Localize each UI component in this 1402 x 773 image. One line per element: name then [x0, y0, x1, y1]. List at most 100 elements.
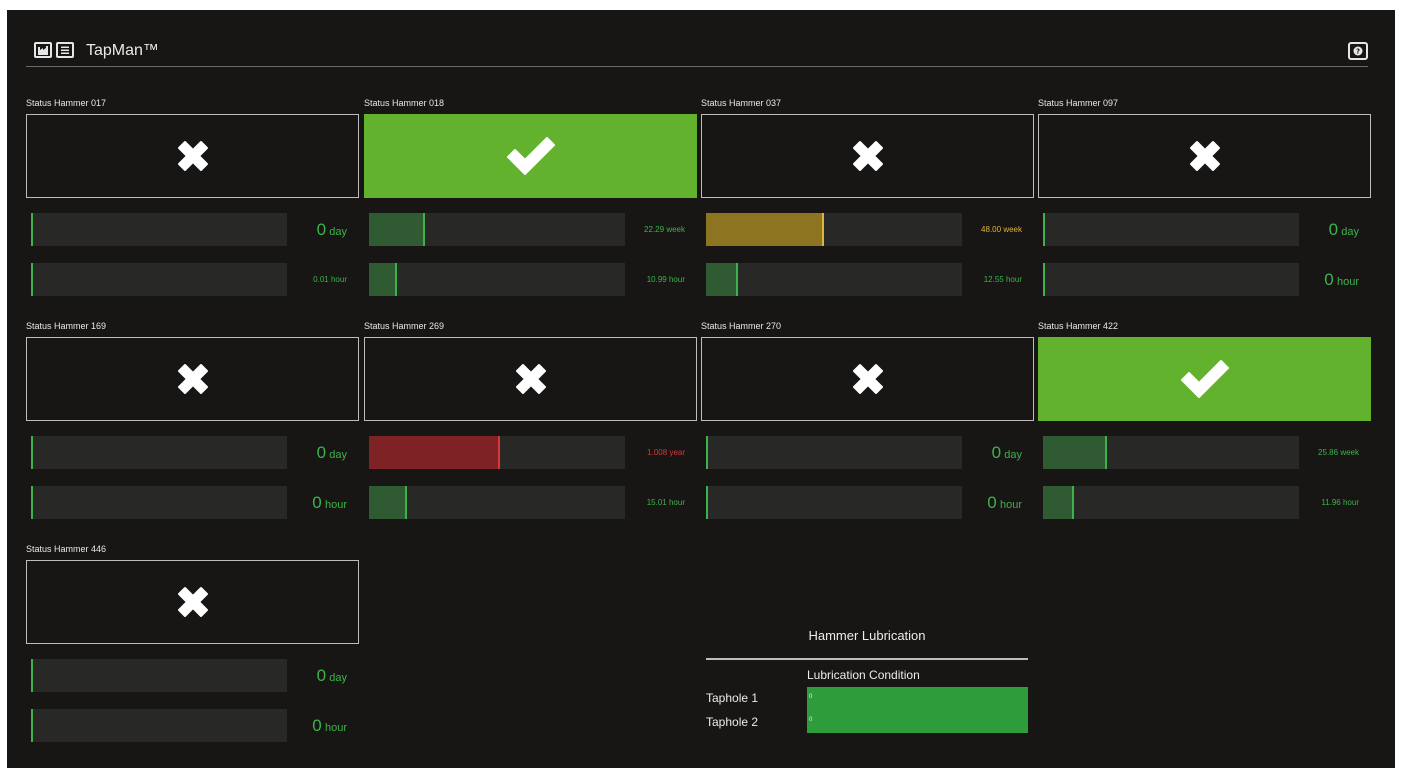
bar-level-marker	[423, 213, 425, 246]
service-time-bar	[31, 213, 287, 246]
help-icon: ?	[1353, 46, 1363, 56]
x-mark-icon	[515, 364, 546, 394]
value-number: 0	[312, 716, 322, 735]
bar-fill	[369, 486, 407, 519]
hammer-title: Status Hammer 018	[364, 98, 445, 108]
service-time-value: 0 day	[1329, 220, 1359, 240]
hammer-card: Status Hammer 269 1.008 year 15.01 hour	[364, 320, 697, 540]
hammer-title: Status Hammer 446	[26, 544, 107, 554]
service-time-value: 1.008 year	[647, 448, 685, 458]
value-number: 10.99	[646, 275, 667, 284]
taphole-2-condition-value: 0	[809, 717, 813, 723]
value-number: 0	[316, 443, 327, 462]
taphole-2-condition-bar: 0	[807, 710, 1028, 733]
bar-level-marker	[706, 486, 708, 519]
value-unit: hour	[330, 275, 347, 284]
status-error-indicator	[26, 114, 359, 198]
value-number: 15.01	[646, 498, 667, 507]
value-unit: hour	[999, 499, 1022, 511]
value-unit: hour	[1005, 275, 1022, 284]
operating-hours-bar	[369, 263, 625, 296]
service-time-value: 48.00 week	[981, 225, 1022, 235]
operating-hours-bar	[1043, 486, 1299, 519]
service-time-value: 0 day	[992, 443, 1022, 463]
service-time-value: 0 day	[317, 666, 347, 686]
bar-fill	[369, 213, 425, 246]
factory-icon	[38, 46, 48, 55]
hammer-title: Status Hammer 169	[26, 321, 107, 331]
x-mark-icon	[177, 587, 208, 617]
x-mark-icon	[1189, 141, 1220, 171]
checkmark-icon	[1180, 360, 1229, 398]
value-unit: week	[1340, 448, 1359, 457]
value-number: 25.86	[1318, 448, 1339, 457]
value-unit: week	[666, 225, 685, 234]
operating-hours-value: 0 hour	[312, 716, 347, 736]
hammer-title: Status Hammer 017	[26, 98, 107, 108]
hammer-card: Status Hammer 169 0 day 0 hour	[26, 320, 359, 540]
app-header: TapMan™ ?	[26, 32, 1368, 67]
svg-text:?: ?	[1356, 48, 1360, 56]
app-title: TapMan™	[86, 42, 159, 59]
status-error-indicator	[26, 337, 359, 421]
taphole-2-label: Taphole 2	[706, 715, 759, 729]
service-time-bar	[1043, 436, 1299, 469]
hammer-card: Status Hammer 270 0 day 0 hour	[701, 320, 1034, 540]
operating-hours-bar	[1043, 263, 1299, 296]
value-number: 22.29	[644, 225, 665, 234]
bar-level-marker	[31, 486, 33, 519]
operating-hours-value: 15.01 hour	[647, 498, 685, 508]
x-mark-icon	[177, 364, 208, 394]
value-number: 11.96	[1321, 498, 1341, 507]
value-unit: day	[329, 672, 347, 684]
hammer-card: Status Hammer 018 22.29 week 10.99 hour	[364, 97, 697, 317]
status-error-indicator	[26, 560, 359, 644]
value-unit: hour	[668, 498, 685, 507]
lubrication-divider	[706, 658, 1028, 660]
status-error-indicator	[701, 337, 1034, 421]
operating-hours-bar	[369, 486, 625, 519]
help-button[interactable]: ?	[1348, 42, 1368, 60]
value-number: 0	[312, 493, 322, 512]
bar-level-marker	[498, 436, 500, 469]
bar-level-marker	[405, 486, 407, 519]
operating-hours-bar	[31, 263, 287, 296]
hammer-title: Status Hammer 269	[364, 321, 445, 331]
value-unit: hour	[1342, 498, 1359, 507]
value-unit: week	[1003, 225, 1022, 234]
hammer-lubrication-panel: Hammer Lubrication Lubrication Condition…	[706, 622, 1028, 742]
x-mark-icon	[852, 141, 883, 171]
bar-level-marker	[736, 263, 738, 296]
value-unit: hour	[668, 275, 685, 284]
status-error-indicator	[701, 114, 1034, 198]
bar-level-marker	[31, 709, 33, 742]
bar-level-marker	[395, 263, 397, 296]
service-time-bar	[369, 213, 625, 246]
operating-hours-bar	[706, 263, 962, 296]
value-number: 0	[316, 666, 327, 685]
service-time-value: 0 day	[317, 220, 347, 240]
bar-level-marker	[1105, 436, 1107, 469]
value-number: 0	[987, 493, 997, 512]
value-unit: hour	[1336, 276, 1359, 288]
bar-fill	[706, 213, 824, 246]
value-unit: hour	[324, 722, 347, 734]
value-number: 1.008	[647, 448, 668, 457]
lubrication-column-header: Lubrication Condition	[807, 668, 920, 682]
operating-hours-value: 0 hour	[312, 493, 347, 513]
value-number: 0	[1324, 270, 1334, 289]
bar-fill	[369, 436, 500, 469]
menu-button[interactable]	[56, 42, 74, 58]
service-time-value: 22.29 week	[644, 225, 685, 235]
value-number: 48.00	[981, 225, 1002, 234]
value-unit: day	[329, 449, 347, 461]
factory-button[interactable]	[34, 42, 52, 58]
value-unit: hour	[324, 499, 347, 511]
value-unit: day	[1341, 226, 1359, 238]
operating-hours-value: 0.01 hour	[313, 275, 347, 285]
service-time-value: 0 day	[317, 443, 347, 463]
status-error-indicator	[364, 337, 697, 421]
status-ok-indicator	[1038, 337, 1371, 421]
bar-fill	[369, 263, 397, 296]
bar-fill	[1043, 436, 1107, 469]
